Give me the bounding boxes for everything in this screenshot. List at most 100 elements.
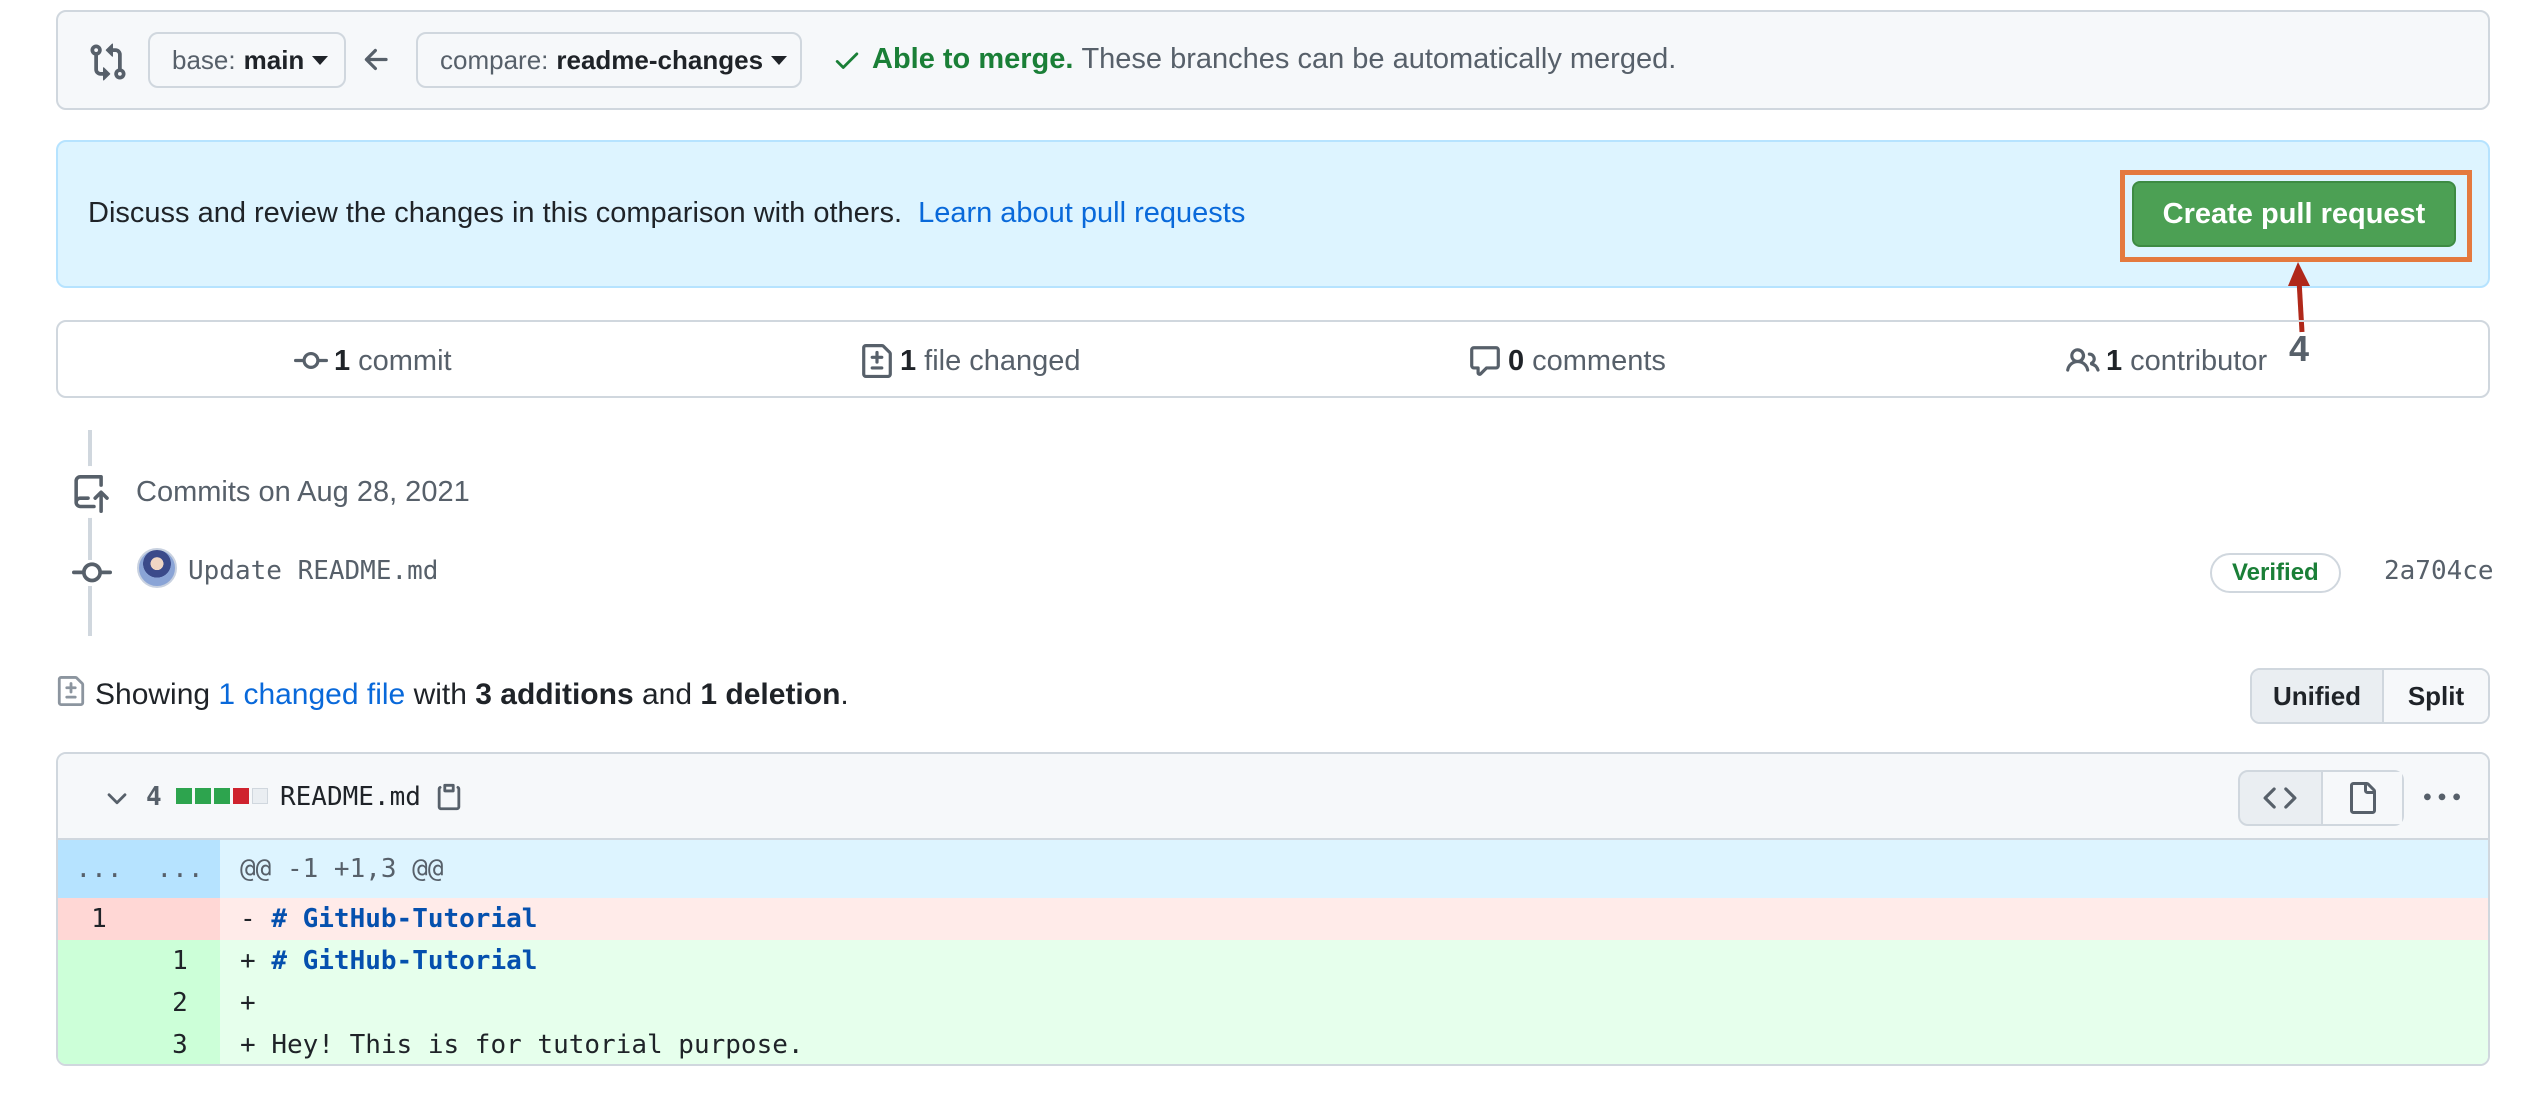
comment-icon <box>1470 346 1500 376</box>
diffstat-block-deleted <box>233 788 249 804</box>
diff-line: 2 + <box>58 982 2488 1024</box>
compare-bar: base: main compare: readme-changes Able … <box>56 10 2490 110</box>
diff-view-toggle: Unified Split <box>2250 668 2490 724</box>
diff-sign: + <box>240 946 272 976</box>
banner-message: Discuss and review the changes in this c… <box>88 197 902 229</box>
summary-bar: 1 commit 1 file changed 0 comments 1 con… <box>56 320 2490 398</box>
additions-count: 3 additions <box>475 678 634 711</box>
commits-date-header: Commits on Aug 28, 2021 <box>136 476 470 508</box>
timeline-line <box>88 430 92 636</box>
code-line: + <box>220 982 2488 1024</box>
commit-icon <box>72 560 112 586</box>
diff-sign: + <box>240 1030 272 1060</box>
code-text: # GitHub-Tutorial <box>271 904 538 934</box>
file-diff-icon <box>57 676 85 706</box>
diff-line: 1 + # GitHub-Tutorial <box>58 940 2488 982</box>
compare-prefix: compare: <box>440 44 549 75</box>
base-branch-select[interactable]: base: main <box>148 32 346 88</box>
compare-branch-select[interactable]: compare: readme-changes <box>416 32 802 88</box>
people-icon <box>2066 348 2100 372</box>
new-line-number[interactable]: 3 <box>140 1024 220 1064</box>
code-text: Hey! This is for tutorial purpose. <box>271 1030 804 1060</box>
commit-icon <box>294 351 328 369</box>
contributors-label: contributor <box>2130 344 2268 377</box>
file-view-buttons <box>2238 770 2404 826</box>
chevron-down-icon[interactable] <box>102 784 132 814</box>
expand-up-button[interactable]: ... <box>58 840 140 898</box>
diffstat-block-added <box>195 788 211 804</box>
learn-pull-requests-link[interactable]: Learn about pull requests <box>918 197 1245 229</box>
diff-line: 3 + Hey! This is for tutorial purpose. <box>58 1024 2488 1064</box>
contributors-count: 1 <box>2106 344 2123 377</box>
view-file-button[interactable] <box>2320 772 2402 824</box>
new-line-number[interactable] <box>140 898 220 940</box>
diff-sign: + <box>240 988 272 1018</box>
file-diff-header: 4 README.md <box>58 754 2488 840</box>
old-line-number[interactable]: 1 <box>58 898 140 940</box>
diffstat-blocks <box>176 788 268 804</box>
copy-icon[interactable] <box>434 780 464 814</box>
avatar[interactable] <box>137 548 177 588</box>
view-code-button[interactable] <box>2240 772 2321 824</box>
old-line-number[interactable] <box>58 1024 140 1064</box>
old-line-number[interactable] <box>58 982 140 1024</box>
diff-hunk-header: ... ... @@ -1 +1,3 @@ <box>58 840 2488 898</box>
unified-view-button[interactable]: Unified <box>2252 670 2384 722</box>
expand-down-button[interactable]: ... <box>140 840 220 898</box>
new-line-number[interactable]: 1 <box>140 940 220 982</box>
diffstat-block-neutral <box>252 788 268 804</box>
kebab-icon[interactable] <box>2420 780 2464 816</box>
code-icon <box>2264 787 2297 809</box>
summary-suffix: . <box>840 678 849 711</box>
code-line: - # GitHub-Tutorial <box>220 898 2488 940</box>
files-label: file changed <box>924 344 1081 377</box>
verified-badge[interactable]: Verified <box>2210 553 2341 593</box>
hunk-text: @@ -1 +1,3 @@ <box>240 854 444 884</box>
merge-message: These branches can be automatically merg… <box>1081 43 1677 75</box>
summary-contributors[interactable]: 1 contributor <box>2066 344 2267 378</box>
summary-files-changed[interactable]: 1 file changed <box>860 344 1081 378</box>
check-icon <box>835 52 859 69</box>
commit-sha-link[interactable]: 2a704ce <box>2384 556 2494 586</box>
changed-files-link[interactable]: 1 changed file <box>218 678 405 711</box>
diff-file-name[interactable]: README.md <box>280 782 421 812</box>
repo-push-icon <box>74 475 109 513</box>
diff-sign: - <box>240 904 272 934</box>
comments-label: comments <box>1532 344 1666 377</box>
file-icon <box>2350 782 2377 814</box>
deletions-count: 1 deletion <box>700 678 841 711</box>
code-line: + Hey! This is for tutorial purpose. <box>220 1024 2488 1064</box>
new-line-number[interactable]: 2 <box>140 982 220 1024</box>
comments-count: 0 <box>1508 344 1525 377</box>
old-line-number[interactable] <box>58 940 140 982</box>
files-count: 1 <box>900 344 917 377</box>
base-branch-name: main <box>243 44 305 75</box>
caret-down-icon <box>312 55 329 65</box>
summary-commits[interactable]: 1 commit <box>294 344 452 378</box>
file-diff-icon <box>862 344 892 378</box>
create-pull-request-button[interactable]: Create pull request <box>2132 181 2456 247</box>
base-prefix: base: <box>172 44 236 75</box>
merge-status: Able to merge. These branches can be aut… <box>832 43 1676 76</box>
compare-branch-name: readme-changes <box>556 44 764 75</box>
diffstat-block-added <box>214 788 230 804</box>
code-line: + # GitHub-Tutorial <box>220 940 2488 982</box>
git-compare-icon <box>90 43 126 81</box>
split-view-button[interactable]: Split <box>2384 670 2488 722</box>
summary-prefix: Showing <box>95 678 211 711</box>
commit-message-link[interactable]: Update README.md <box>188 556 438 586</box>
summary-and: and <box>641 678 693 711</box>
diff-line: 1 - # GitHub-Tutorial <box>58 898 2488 940</box>
diff-line-count: 4 <box>146 782 162 812</box>
commits-label: commit <box>358 344 452 377</box>
arrow-left-icon <box>364 48 388 71</box>
merge-ok-text: Able to merge. <box>872 43 1074 75</box>
file-diff: 4 README.md ... ... @@ -1 +1,3 @@ 1- # G… <box>56 752 2490 1066</box>
commits-count: 1 <box>334 344 351 377</box>
caret-down-icon <box>771 55 788 65</box>
files-changed-summary: Showing 1 changed file with 3 additions … <box>95 678 849 712</box>
code-text: # GitHub-Tutorial <box>271 946 538 976</box>
summary-comments: 0 comments <box>1468 344 1666 378</box>
diffstat-block-added <box>176 788 192 804</box>
summary-with: with <box>413 678 467 711</box>
